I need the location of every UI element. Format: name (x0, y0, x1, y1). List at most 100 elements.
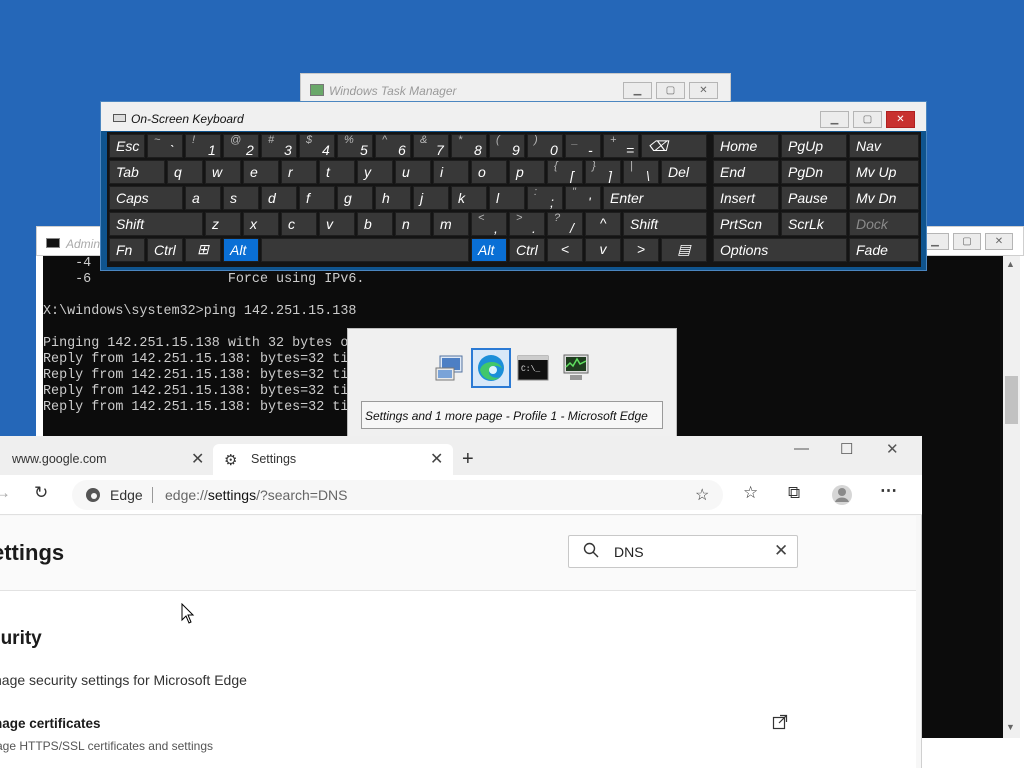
key-options[interactable]: Options (713, 238, 847, 262)
close-tab-icon[interactable]: ✕ (191, 449, 204, 469)
key-c[interactable]: c (281, 212, 317, 236)
key-slash[interactable]: ? / (547, 212, 583, 236)
key-semicolon[interactable]: :; (527, 186, 563, 210)
key-scrlk[interactable]: ScrLk (781, 212, 847, 236)
key-y[interactable]: y (357, 160, 393, 184)
close-tab-icon[interactable]: ✕ (430, 449, 443, 469)
maximize-button[interactable]: ▢ (656, 82, 685, 99)
key-ctrl-left[interactable]: Ctrl (147, 238, 183, 262)
key-quote[interactable]: " ' (565, 186, 601, 210)
key-caps[interactable]: Caps (109, 186, 183, 210)
more-options-icon[interactable]: ⋯ (880, 481, 897, 501)
key-menu[interactable]: ▤ (661, 238, 707, 262)
key-right-arrow[interactable]: > (623, 238, 659, 262)
key-del[interactable]: Del (661, 160, 707, 184)
key-prtscn[interactable]: PrtScn (713, 212, 779, 236)
task-manager-icon[interactable] (556, 348, 596, 388)
address-url[interactable]: edge://settings/?search=DNS (165, 487, 348, 503)
key-l[interactable]: l (489, 186, 525, 210)
key-mv-dn[interactable]: Mv Dn (849, 186, 919, 210)
key-fn[interactable]: Fn (109, 238, 145, 262)
key-nav[interactable]: Nav (849, 134, 919, 158)
clear-search-icon[interactable]: ✕ (774, 541, 788, 561)
key-down-arrow[interactable]: v (585, 238, 621, 262)
key-esc[interactable]: Esc (109, 134, 145, 158)
key-backspace[interactable]: ⌫ (641, 134, 707, 158)
key-d[interactable]: d (261, 186, 297, 210)
key-shift-left[interactable]: Shift (109, 212, 203, 236)
key-r[interactable]: r (281, 160, 317, 184)
key-windows[interactable]: ⊞ (185, 238, 221, 262)
key-left-bracket[interactable]: {[ (547, 160, 583, 184)
key-home[interactable]: Home (713, 134, 779, 158)
key-0[interactable]: ) 0 (527, 134, 563, 158)
key-f[interactable]: f (299, 186, 335, 210)
key-space[interactable] (261, 238, 469, 262)
key-e[interactable]: e (243, 160, 279, 184)
close-button[interactable]: ✕ (689, 82, 718, 99)
key-o[interactable]: o (471, 160, 507, 184)
key-8[interactable]: * 8 (451, 134, 487, 158)
key-i[interactable]: i (433, 160, 469, 184)
minimize-button[interactable]: ▁ (623, 82, 652, 99)
edge-window[interactable]: www.google.com ✕ ⚙ Settings ✕ + — ☐ ✕ → … (0, 436, 922, 768)
key-comma[interactable]: <, (471, 212, 507, 236)
profile-avatar-icon[interactable] (831, 484, 853, 511)
key-left-arrow[interactable]: < (547, 238, 583, 262)
tab-settings[interactable]: ⚙ Settings ✕ (213, 444, 453, 475)
key-w[interactable]: w (205, 160, 241, 184)
cmd-close-button[interactable]: ✕ (985, 233, 1013, 250)
scroll-thumb[interactable] (1005, 376, 1018, 424)
key-9[interactable]: (9 (489, 134, 525, 158)
on-screen-keyboard-window[interactable]: On-Screen Keyboard ▁ ▢ ✕ Esc ~ ` ! 1 @2 #3… (100, 101, 927, 271)
new-tab-button[interactable]: + (462, 448, 474, 471)
key-a[interactable]: a (185, 186, 221, 210)
key-u[interactable]: u (395, 160, 431, 184)
key-3[interactable]: #3 (261, 134, 297, 158)
key-h[interactable]: h (375, 186, 411, 210)
edge-icon[interactable] (471, 348, 511, 388)
key-pgdn[interactable]: PgDn (781, 160, 847, 184)
key-fade[interactable]: Fade (849, 238, 919, 262)
key-6[interactable]: ^ 6 (375, 134, 411, 158)
key-enter[interactable]: Enter (603, 186, 707, 210)
key-right-bracket[interactable]: }] (585, 160, 621, 184)
key-4[interactable]: $4 (299, 134, 335, 158)
key-x[interactable]: x (243, 212, 279, 236)
osk-minimize-button[interactable]: ▁ (820, 111, 849, 128)
key-t[interactable]: t (319, 160, 355, 184)
cmd-scrollbar[interactable]: ▲ ▼ (1003, 256, 1020, 738)
manage-certificates-title[interactable]: nage certificates (0, 716, 101, 731)
osk-titlebar[interactable]: On-Screen Keyboard ▁ ▢ ✕ (101, 102, 926, 131)
key-up-arrow[interactable]: ^ (585, 212, 621, 236)
maximize-button[interactable]: ☐ (840, 440, 853, 458)
key-pgup[interactable]: PgUp (781, 134, 847, 158)
key-p[interactable]: p (509, 160, 545, 184)
key-7[interactable]: & 7 (413, 134, 449, 158)
tab-google[interactable]: www.google.com ✕ (0, 444, 212, 475)
key-n[interactable]: n (395, 212, 431, 236)
key-b[interactable]: b (357, 212, 393, 236)
remote-desktop-icon[interactable] (430, 348, 470, 388)
external-link-icon[interactable] (772, 714, 788, 730)
key-m[interactable]: m (433, 212, 469, 236)
key-2[interactable]: @2 (223, 134, 259, 158)
key-insert[interactable]: Insert (713, 186, 779, 210)
osk-close-button[interactable]: ✕ (886, 111, 915, 128)
key-tilde[interactable]: ~ ` (147, 134, 183, 158)
key-pause[interactable]: Pause (781, 186, 847, 210)
key-ctrl-right[interactable]: Ctrl (509, 238, 545, 262)
key-k[interactable]: k (451, 186, 487, 210)
key-v[interactable]: v (319, 212, 355, 236)
minimize-button[interactable]: — (794, 440, 809, 457)
address-bar[interactable]: Edge edge://settings/?search=DNS ☆ (72, 480, 723, 510)
key-1[interactable]: ! 1 (185, 134, 221, 158)
collections-icon[interactable]: ⧉ (788, 483, 800, 503)
refresh-icon[interactable]: ↻ (34, 483, 48, 503)
forward-icon[interactable]: → (0, 483, 11, 503)
key-end[interactable]: End (713, 160, 779, 184)
add-favorite-icon[interactable]: ☆ (695, 485, 709, 505)
key-period[interactable]: >. (509, 212, 545, 236)
cmd-icon[interactable]: C:\_ (513, 348, 553, 388)
key-q[interactable]: q (167, 160, 203, 184)
